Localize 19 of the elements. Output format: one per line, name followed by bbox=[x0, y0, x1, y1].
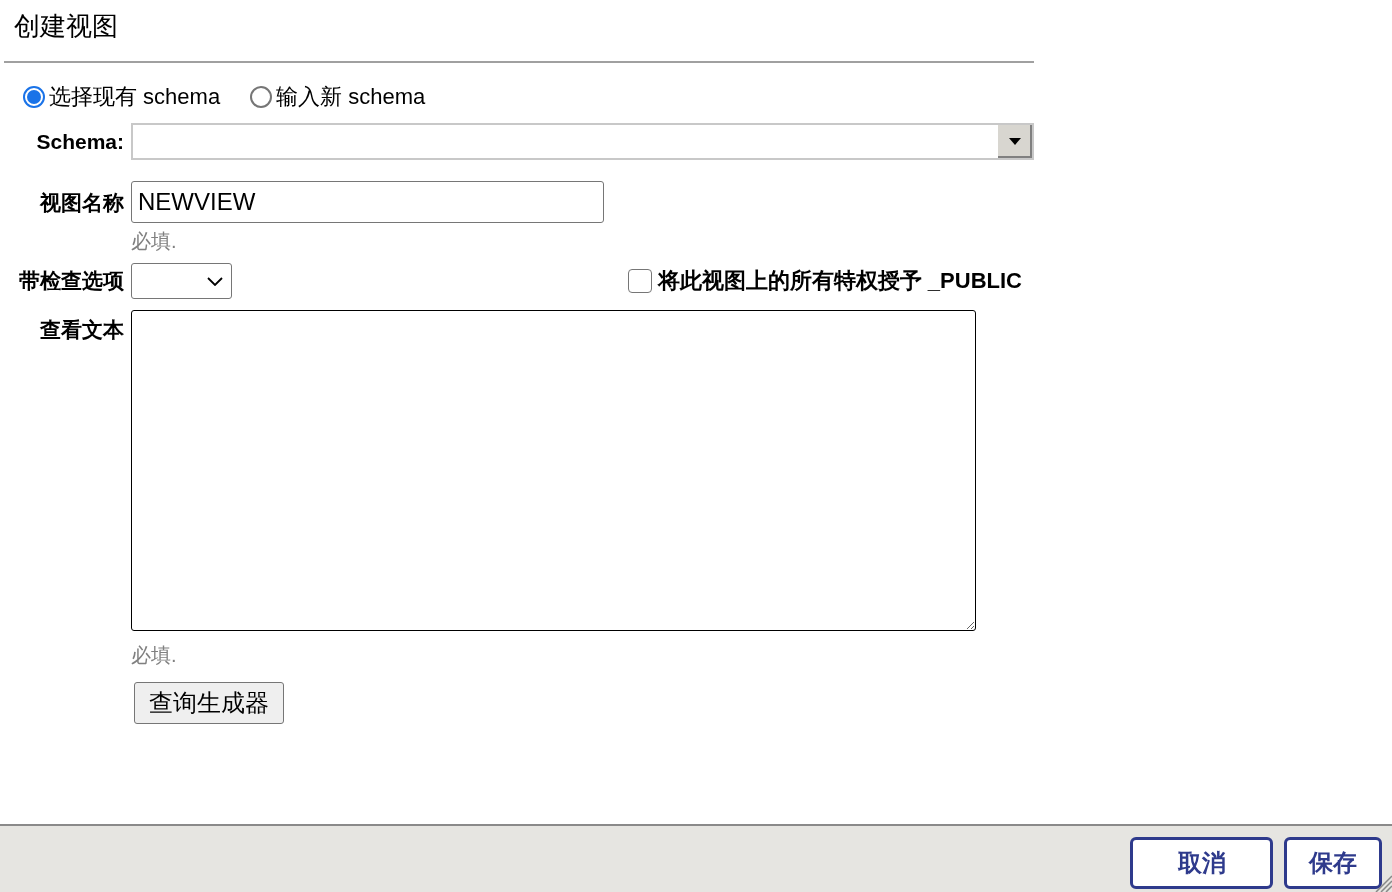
chevron-down-icon bbox=[207, 276, 223, 286]
dialog-title: 创建视图 bbox=[13, 10, 119, 43]
field-label: 视图名称 bbox=[38, 190, 124, 216]
schema-mode-radio[interactable]: 选择现有 schema bbox=[23, 83, 221, 111]
schema-dropdown[interactable] bbox=[131, 123, 1034, 160]
check-option-dropdown[interactable] bbox=[131, 263, 232, 299]
view-name-field[interactable]: NEWVIEW bbox=[131, 181, 604, 223]
required-hint: 必填. bbox=[131, 643, 178, 668]
schema-mode-radio[interactable]: 输入新 schema bbox=[250, 83, 426, 111]
cancel-button[interactable]: 取消 bbox=[1130, 837, 1273, 889]
field-label: 带检查选项 bbox=[18, 268, 124, 294]
field-label: 查看文本 bbox=[39, 317, 124, 343]
caret-icon bbox=[1009, 138, 1021, 145]
grant-checkbox[interactable]: 将此视图上的所有特权授予 _PUBLIC bbox=[627, 266, 1022, 296]
save-button[interactable]: 保存 bbox=[1284, 837, 1382, 889]
query-builder-button[interactable]: 查询生成器 bbox=[134, 682, 284, 724]
required-hint: 必填. bbox=[131, 229, 178, 254]
field-label: Schema: bbox=[35, 129, 124, 155]
view-text-area[interactable] bbox=[131, 310, 976, 631]
